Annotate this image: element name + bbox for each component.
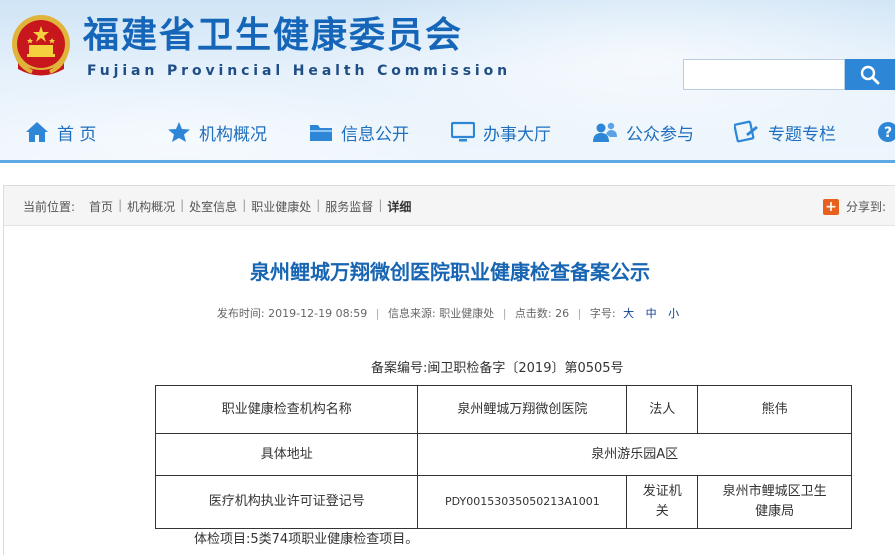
breadcrumb-link-home[interactable]: 首页 <box>89 198 113 215</box>
nav-label: 机构概况 <box>199 124 267 145</box>
people-icon <box>593 122 617 142</box>
source-value: 职业健康处 <box>439 307 495 320</box>
breadcrumb-separator: | <box>316 198 321 212</box>
breadcrumb: 当前位置: 首页 | 机构概况 | 处室信息 | 职业健康处 | 服务监督 | … <box>23 198 411 215</box>
table-cell: 发证机关 <box>626 475 699 529</box>
search-input[interactable] <box>683 59 845 90</box>
share-widget[interactable]: + 分享到: <box>823 198 886 215</box>
nav-item-home[interactable]: 首 页 <box>25 114 96 150</box>
table-cell: 泉州鲤城万翔微创医院 <box>417 385 628 434</box>
table-row: 医疗机构执业许可证登记号 PDY00153035050213A1001 发证机关… <box>154 475 852 529</box>
table-cell: 法人 <box>626 385 699 434</box>
national-emblem-icon <box>12 15 70 76</box>
info-table: 职业健康检查机构名称 泉州鲤城万翔微创医院 法人 熊伟 具体地址 泉州游乐园A区… <box>154 385 852 529</box>
article-meta: 发布时间: 2019-12-19 08:59 | 信息来源: 职业健康处 | 点… <box>4 305 895 321</box>
nav-label: 首 页 <box>57 124 97 145</box>
help-glyph: ? <box>884 125 892 141</box>
table-cell: 泉州游乐园A区 <box>417 433 852 476</box>
breadcrumb-separator: | <box>118 198 123 212</box>
table-cell: 职业健康检查机构名称 <box>154 385 419 434</box>
nav-item-about[interactable]: 机构概况 <box>167 114 267 150</box>
breadcrumb-separator: | <box>242 198 247 212</box>
nav-item-service[interactable]: 办事大厅 <box>451 114 551 150</box>
star-icon <box>168 122 190 142</box>
meta-divider: | <box>375 307 380 320</box>
site-title: 福建省卫生健康委员会 <box>83 15 464 56</box>
table-row: 具体地址 泉州游乐园A区 <box>154 433 852 476</box>
table-cell: 具体地址 <box>154 433 419 476</box>
font-size-label: 字号: <box>589 307 616 320</box>
nav-divider <box>0 160 895 163</box>
breadcrumb-prefix: 当前位置: <box>23 200 76 214</box>
breadcrumb-separator: | <box>378 198 383 212</box>
font-size-small[interactable]: 小 <box>668 307 679 320</box>
breadcrumb-link-occupational-health[interactable]: 职业健康处 <box>251 198 311 215</box>
nav-item-help[interactable]: ? <box>877 114 895 150</box>
publish-label: 发布时间: <box>216 307 265 320</box>
inspection-items-text: 体检项目:5类74项职业健康检查项目。 <box>194 532 419 547</box>
nav-item-info[interactable]: 信息公开 <box>309 114 409 150</box>
breadcrumb-link-service[interactable]: 服务监督 <box>325 198 373 215</box>
monitor-icon <box>451 121 475 142</box>
breadcrumb-bar: 当前位置: 首页 | 机构概况 | 处室信息 | 职业健康处 | 服务监督 | … <box>4 186 895 226</box>
nav-label: 公众参与 <box>626 124 694 145</box>
breadcrumb-separator: | <box>180 198 185 212</box>
nav-label: 办事大厅 <box>483 124 551 145</box>
table-cell: 熊伟 <box>697 385 852 434</box>
table-row: 职业健康检查机构名称 泉州鲤城万翔微创医院 法人 熊伟 <box>154 385 852 434</box>
help-icon: ? <box>878 122 895 142</box>
breadcrumb-link-about[interactable]: 机构概况 <box>127 198 175 215</box>
nav-label: 专题专栏 <box>768 124 836 145</box>
share-label: 分享到: <box>846 200 887 214</box>
nav-item-topics[interactable]: 专题专栏 <box>734 114 836 150</box>
publish-time: 2019-12-19 08:59 <box>268 307 368 320</box>
meta-divider: | <box>502 307 507 320</box>
font-size-medium[interactable]: 中 <box>646 307 657 320</box>
home-icon <box>26 122 48 142</box>
clicks-label: 点击数: <box>514 307 552 320</box>
table-cell: 医疗机构执业许可证登记号 <box>154 475 419 529</box>
site-header: 福建省卫生健康委员会 Fujian Provincial Health Comm… <box>0 0 895 163</box>
main-nav: 首 页 机构概况 信息公开 办事大厅 公众参与 专题专栏 ? <box>0 114 895 150</box>
clicks-value: 26 <box>555 307 570 320</box>
record-number: 备案编号:闽卫职检备字〔2019〕第0505号 <box>371 361 624 376</box>
breadcrumb-current: 详细 <box>387 200 412 214</box>
source-label: 信息来源: <box>387 307 436 320</box>
meta-divider: | <box>577 307 582 320</box>
table-cell: PDY00153035050213A1001 <box>417 475 628 529</box>
article-title: 泉州鲤城万翔微创医院职业健康检查备案公示 <box>250 260 650 284</box>
search-icon <box>860 65 880 84</box>
nav-item-participation[interactable]: 公众参与 <box>592 114 694 150</box>
site-subtitle: Fujian Provincial Health Commission <box>87 63 512 79</box>
table-cell: 泉州市鲤城区卫生健康局 <box>697 475 852 529</box>
folder-icon <box>310 125 332 141</box>
content-panel: 当前位置: 首页 | 机构概况 | 处室信息 | 职业健康处 | 服务监督 | … <box>3 185 895 555</box>
font-size-large[interactable]: 大 <box>623 307 634 320</box>
breadcrumb-link-departments[interactable]: 处室信息 <box>189 198 237 215</box>
nav-label: 信息公开 <box>341 124 409 145</box>
share-plus-icon[interactable]: + <box>823 198 839 215</box>
topic-icon <box>734 120 758 143</box>
search-button[interactable] <box>845 59 895 90</box>
